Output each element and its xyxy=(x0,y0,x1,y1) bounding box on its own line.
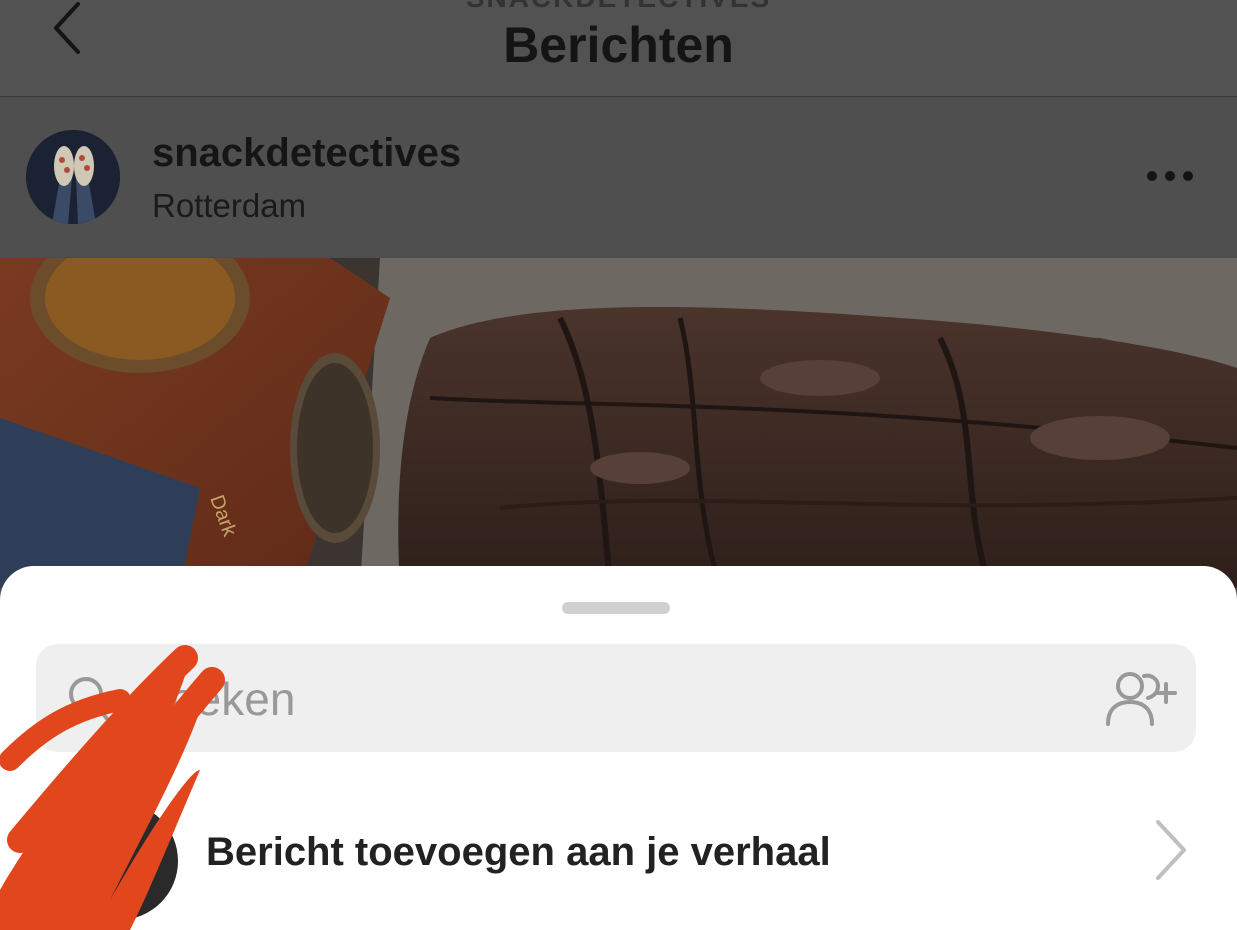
page-title: Berichten xyxy=(503,17,734,73)
avatar[interactable] xyxy=(26,130,120,224)
sheet-grabber[interactable] xyxy=(562,602,670,614)
chevron-right-icon xyxy=(1156,820,1186,880)
add-people-icon xyxy=(1106,672,1177,726)
add-post-to-story-label: Bericht toevoegen aan je verhaal xyxy=(206,830,831,874)
post-username[interactable]: snackdetectives xyxy=(152,131,461,176)
search-field xyxy=(36,644,1196,752)
screen: SNACKDETECTIVES Berichten snackdetective… xyxy=(0,0,1237,930)
ellipsis-icon xyxy=(1147,171,1193,181)
post-photo: Dark xyxy=(0,258,1237,588)
brownie-photo: Dark xyxy=(0,258,1237,588)
more-options-button[interactable] xyxy=(1140,161,1200,191)
post-location[interactable]: Rotterdam xyxy=(152,187,306,225)
add-people-button[interactable] xyxy=(1102,666,1182,730)
nav-bar: SNACKDETECTIVES Berichten xyxy=(0,0,1237,97)
search-input[interactable] xyxy=(140,662,1084,736)
search-icon xyxy=(69,677,110,722)
add-post-to-story-row[interactable]: Bericht toevoegen aan je verhaal xyxy=(0,794,1237,920)
share-sheet: Bericht toevoegen aan je verhaal xyxy=(0,566,1237,930)
story-avatar xyxy=(60,802,178,920)
account-label: SNACKDETECTIVES xyxy=(0,0,1237,14)
post-header: snackdetectives Rotterdam xyxy=(0,97,1237,257)
avatar-image xyxy=(26,130,120,224)
